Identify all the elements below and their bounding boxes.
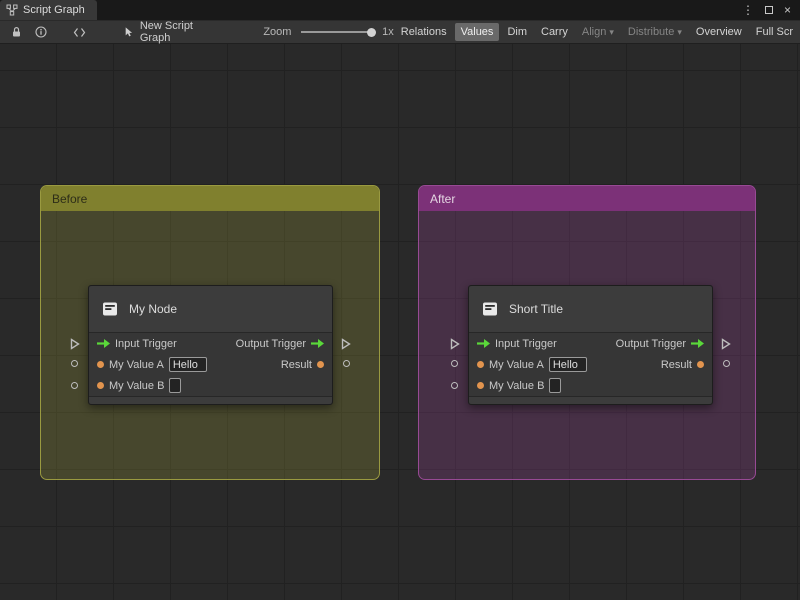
node-icon xyxy=(483,302,497,316)
node-row-value-a: My Value A Result xyxy=(89,354,332,375)
result-port[interactable] xyxy=(723,360,730,367)
node-row-value-a: My Value A Result xyxy=(469,354,712,375)
relations-button[interactable]: Relations xyxy=(395,23,453,41)
flow-in-label: Input Trigger xyxy=(495,337,557,350)
node-title: My Node xyxy=(129,302,178,316)
tab-label: Script Graph xyxy=(23,4,85,16)
node-row-flow: Input Trigger Output Trigger xyxy=(89,333,332,354)
info-icon[interactable] xyxy=(33,26,50,38)
value-b-label: My Value B xyxy=(109,379,165,392)
result-label: Result xyxy=(660,358,692,371)
value-a-port[interactable] xyxy=(71,360,78,367)
chevron-down-icon: ▾ xyxy=(609,26,614,37)
script-graph-icon xyxy=(6,4,18,16)
node-short-title-wrap: Short Title Input Trigger Output Trigger xyxy=(448,285,733,410)
node-row-value-b: My Value B xyxy=(469,375,712,396)
fullscreen-button[interactable]: Full Scr xyxy=(750,23,799,41)
group-title: After xyxy=(430,191,456,206)
tab-bar: Script Graph ⋮ × xyxy=(0,0,800,20)
value-port-icon[interactable] xyxy=(97,382,104,389)
flow-input-port[interactable] xyxy=(450,338,460,350)
group-title: Before xyxy=(52,191,88,206)
result-port[interactable] xyxy=(343,360,350,367)
overview-button[interactable]: Overview xyxy=(690,23,748,41)
graph-canvas[interactable]: Before After My Node Input Trigger Outpu… xyxy=(0,44,800,600)
window-maximize-icon[interactable] xyxy=(764,4,773,16)
window-close-icon[interactable]: × xyxy=(784,4,791,16)
flow-arrow-icon[interactable] xyxy=(691,339,704,348)
unity-visual-scripting-window: Script Graph ⋮ × New Script Graph Zoom 1… xyxy=(0,0,800,600)
value-a-label: My Value A xyxy=(489,358,544,371)
flow-out-label: Output Trigger xyxy=(615,337,686,350)
node-row-value-b: My Value B xyxy=(89,375,332,396)
chevron-down-icon: ▾ xyxy=(677,26,682,37)
value-a-label: My Value A xyxy=(109,358,164,371)
node-my-node-wrap: My Node Input Trigger Output Trigger My … xyxy=(68,285,353,410)
value-a-input[interactable] xyxy=(168,357,207,372)
flow-output-port[interactable] xyxy=(721,338,731,350)
value-port-icon[interactable] xyxy=(317,361,324,368)
value-a-input[interactable] xyxy=(548,357,587,372)
value-b-input[interactable] xyxy=(169,378,182,393)
value-b-port[interactable] xyxy=(71,382,78,389)
flow-arrow-icon[interactable] xyxy=(97,339,110,348)
flow-arrow-icon[interactable] xyxy=(477,339,490,348)
graph-name: New Script Graph xyxy=(139,20,193,44)
value-port-icon[interactable] xyxy=(697,361,704,368)
window-controls: ⋮ × xyxy=(742,0,800,20)
group-header[interactable]: After xyxy=(419,186,755,211)
distribute-button[interactable]: Distribute ▾ xyxy=(622,23,688,41)
node-my-node[interactable]: My Node Input Trigger Output Trigger My … xyxy=(88,285,333,405)
lock-icon[interactable] xyxy=(8,26,25,38)
value-b-input[interactable] xyxy=(549,378,562,393)
graph-selector[interactable]: New Script Graph xyxy=(124,20,220,44)
node-row-flow: Input Trigger Output Trigger xyxy=(469,333,712,354)
value-port-icon[interactable] xyxy=(97,361,104,368)
zoom-slider[interactable] xyxy=(301,26,377,38)
flow-arrow-icon[interactable] xyxy=(311,339,324,348)
node-footer xyxy=(89,396,332,404)
value-port-icon[interactable] xyxy=(477,382,484,389)
zoom-slider-knob[interactable] xyxy=(367,28,377,37)
result-label: Result xyxy=(280,358,312,371)
code-icon[interactable] xyxy=(71,27,88,38)
zoom-value: 1x xyxy=(382,26,394,38)
tab-script-graph[interactable]: Script Graph xyxy=(0,0,97,20)
node-header[interactable]: My Node xyxy=(89,286,332,333)
value-port-icon[interactable] xyxy=(477,361,484,368)
cursor-icon xyxy=(125,27,132,37)
value-b-label: My Value B xyxy=(489,379,545,392)
values-button[interactable]: Values xyxy=(454,23,500,41)
flow-in-label: Input Trigger xyxy=(115,337,177,350)
value-b-port[interactable] xyxy=(451,382,458,389)
zoom-label: Zoom xyxy=(263,26,292,38)
flow-output-port[interactable] xyxy=(341,338,351,350)
zoom-slider-track xyxy=(301,31,376,33)
node-footer xyxy=(469,396,712,404)
window-menu-icon[interactable]: ⋮ xyxy=(742,4,754,16)
node-header[interactable]: Short Title xyxy=(469,286,712,333)
carry-button[interactable]: Carry xyxy=(535,23,574,41)
node-title: Short Title xyxy=(509,302,564,316)
graph-toolbar: New Script Graph Zoom 1x Relations Value… xyxy=(0,20,800,44)
align-button[interactable]: Align ▾ xyxy=(576,23,620,41)
dim-button[interactable]: Dim xyxy=(501,23,533,41)
group-header[interactable]: Before xyxy=(41,186,379,211)
node-short-title[interactable]: Short Title Input Trigger Output Trigger xyxy=(468,285,713,405)
value-a-port[interactable] xyxy=(451,360,458,367)
node-icon xyxy=(103,302,117,316)
flow-input-port[interactable] xyxy=(70,338,80,350)
flow-out-label: Output Trigger xyxy=(235,337,306,350)
